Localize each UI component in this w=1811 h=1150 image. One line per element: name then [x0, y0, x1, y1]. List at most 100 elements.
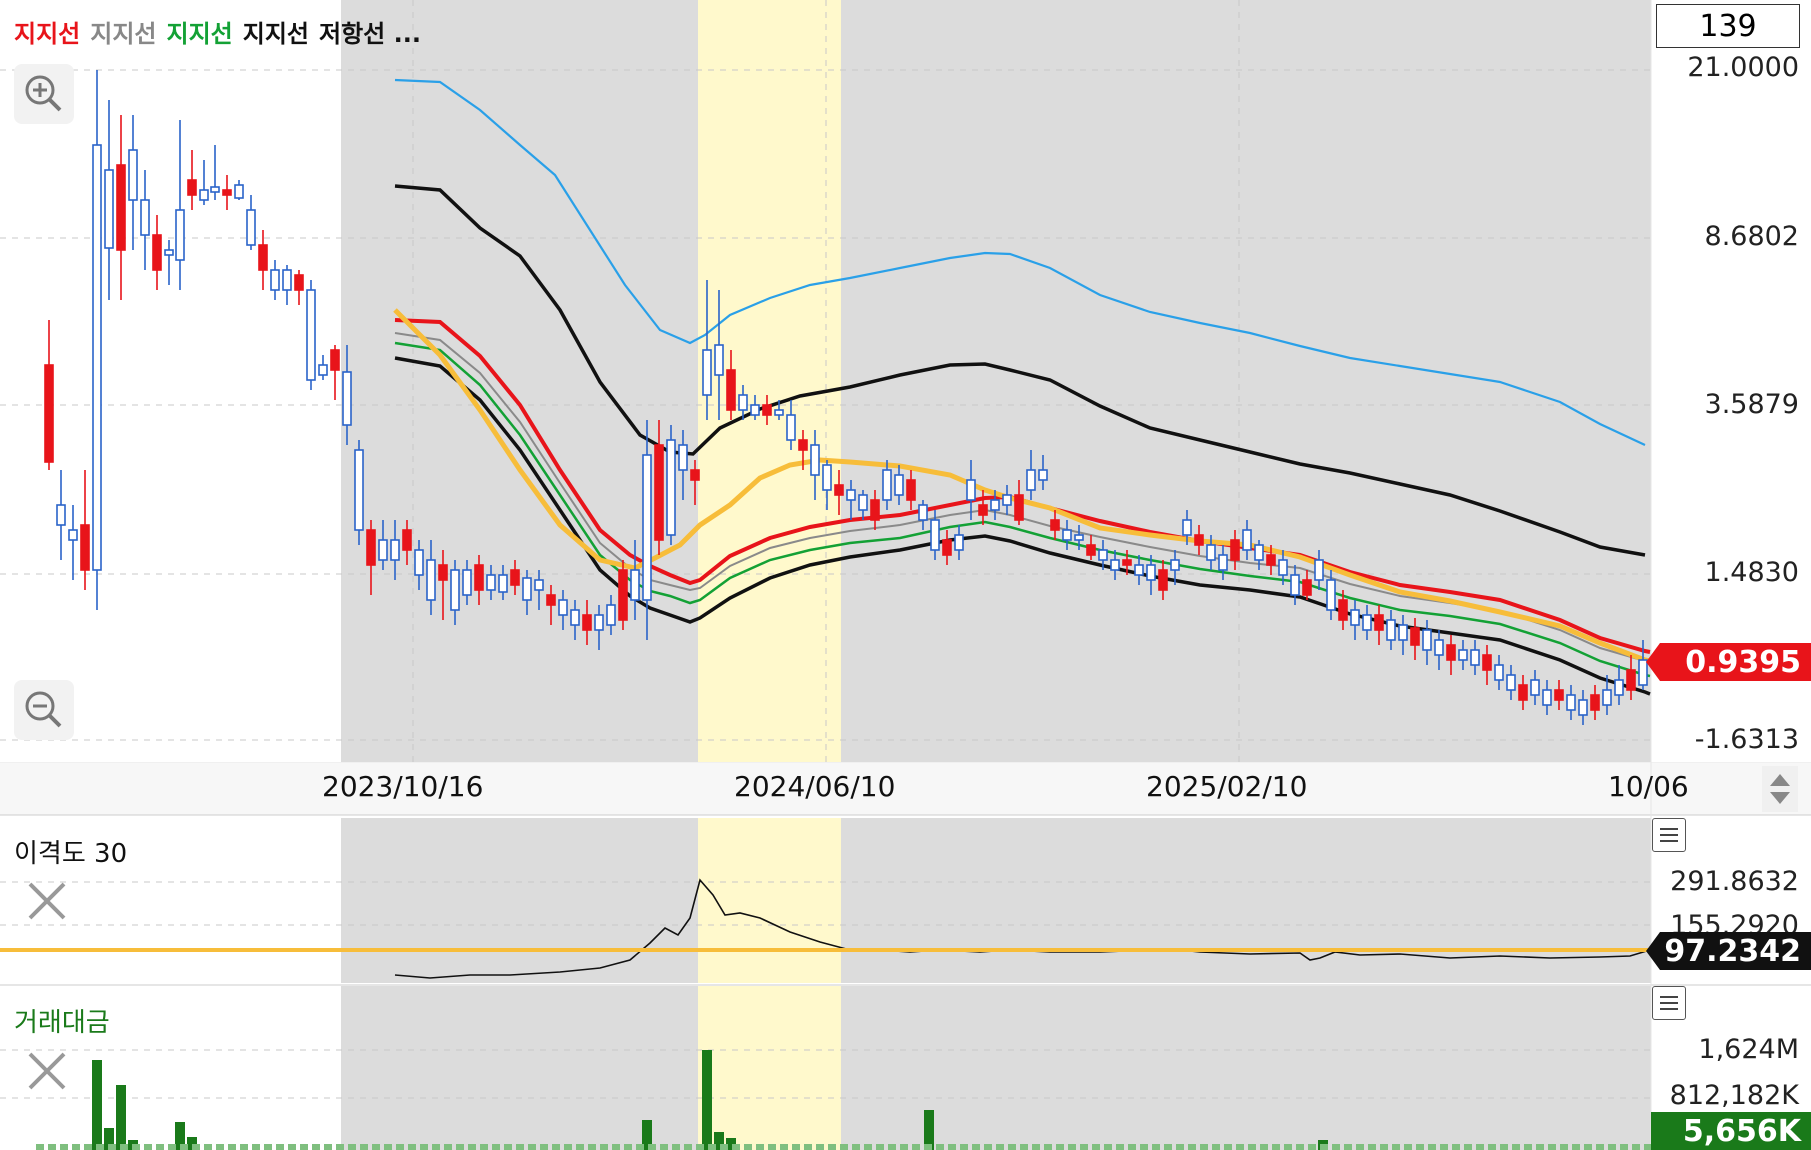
candle-body [1170, 559, 1180, 571]
volume-bar [684, 1144, 692, 1150]
zoom-in-button[interactable] [14, 64, 74, 124]
candle-body [654, 444, 664, 541]
volume-bar [1608, 1144, 1616, 1150]
candle-body [1554, 689, 1564, 701]
candle-body [1254, 544, 1264, 561]
volume-bar [1344, 1144, 1352, 1150]
volume-bar [792, 1144, 800, 1150]
candle-body [1074, 534, 1084, 541]
candle-body [990, 499, 1000, 511]
volume-bar [372, 1144, 380, 1150]
indicator-legend: 지지선 지지선 지지선 지지선 저항선 ... [14, 14, 431, 49]
disparity-axis-label: 291.8632 [1670, 866, 1799, 897]
candle-body [894, 474, 904, 496]
candle-body [618, 569, 628, 621]
volume-bar [1320, 1144, 1328, 1150]
legend-item-1: 지지선 [14, 20, 81, 48]
candle-body [546, 594, 556, 606]
volume-bar [492, 1144, 500, 1150]
volume-bar [780, 1144, 788, 1150]
candle-body [1422, 629, 1432, 651]
volume-bar [1524, 1144, 1532, 1150]
candle-body [1182, 519, 1192, 536]
candle-body [1494, 664, 1504, 681]
candle-body [294, 274, 304, 291]
volume-bar [276, 1144, 284, 1150]
candle-body [1458, 649, 1468, 661]
candle-body [1038, 469, 1048, 481]
volume-bar [996, 1144, 1004, 1150]
volume-bar [888, 1144, 896, 1150]
volume-bar [624, 1144, 632, 1150]
hamburger-menu-icon [1660, 828, 1678, 842]
candle-body [1590, 694, 1600, 711]
candle-body [1110, 559, 1120, 571]
candle-body [906, 479, 916, 501]
volume-bar [180, 1144, 188, 1150]
disparity-close-button[interactable] [22, 876, 72, 926]
highlight-period-band-disparity [698, 818, 841, 983]
volume-bar [240, 1144, 248, 1150]
chart-canvas[interactable] [0, 0, 1811, 1150]
volume-menu-button[interactable] [1652, 986, 1686, 1020]
volume-bar [84, 1144, 92, 1150]
legend-item-5: 저항선 ... [319, 20, 421, 48]
shaded-history-region-volume [341, 986, 1651, 1150]
disparity-current-value: 97.2342 [1664, 933, 1801, 969]
close-x-icon [28, 1052, 66, 1090]
volume-bar [1164, 1144, 1172, 1150]
candle-body [378, 539, 388, 561]
volume-bar [600, 1144, 608, 1150]
volume-bar [672, 1144, 680, 1150]
volume-bar [1584, 1144, 1592, 1150]
volume-bar [1464, 1144, 1472, 1150]
volume-bar [116, 1085, 126, 1150]
volume-bar [252, 1144, 260, 1150]
candle-body [522, 577, 532, 601]
zoom-out-button[interactable] [14, 680, 74, 740]
candle-body [858, 494, 868, 511]
volume-bar [108, 1144, 116, 1150]
candle-body [1218, 554, 1228, 571]
volume-bar [1260, 1144, 1268, 1150]
scroll-button[interactable] [1762, 766, 1798, 812]
candle-body [798, 439, 808, 451]
volume-bar [564, 1144, 572, 1150]
candle-body [1398, 624, 1408, 641]
candle-body [642, 454, 652, 601]
volume-bar [192, 1144, 200, 1150]
candle-body [930, 519, 940, 551]
candle-body [978, 504, 988, 516]
hamburger-menu-icon [1660, 996, 1678, 1010]
candle-body [128, 149, 138, 201]
candle-body [116, 164, 126, 251]
volume-bar [852, 1144, 860, 1150]
volume-bar [396, 1144, 404, 1150]
candle-body [462, 569, 472, 596]
volume-bar [1392, 1144, 1400, 1150]
candle-body [342, 371, 352, 426]
legend-item-3: 지지선 [166, 20, 233, 48]
candle-body [606, 604, 616, 626]
volume-bar [216, 1144, 224, 1150]
legend-item-2: 지지선 [90, 20, 157, 48]
disparity-menu-button[interactable] [1652, 818, 1686, 852]
volume-bar [1116, 1144, 1124, 1150]
volume-bar [96, 1144, 104, 1150]
candle-body [164, 249, 174, 256]
volume-bar [972, 1144, 980, 1150]
volume-bar [1152, 1144, 1160, 1150]
candle-body [1050, 519, 1060, 531]
volume-bar [948, 1144, 956, 1150]
volume-bar [1488, 1144, 1496, 1150]
volume-bar [576, 1144, 584, 1150]
volume-bar [1440, 1144, 1448, 1150]
volume-bar [504, 1144, 512, 1150]
candle-body [80, 524, 90, 571]
volume-close-button[interactable] [22, 1046, 72, 1096]
date-axis-label: 10/06 [1608, 770, 1689, 803]
volume-bar [408, 1144, 416, 1150]
zoom-in-icon [25, 75, 62, 112]
volume-bar [1224, 1144, 1232, 1150]
candle-body [762, 404, 772, 416]
